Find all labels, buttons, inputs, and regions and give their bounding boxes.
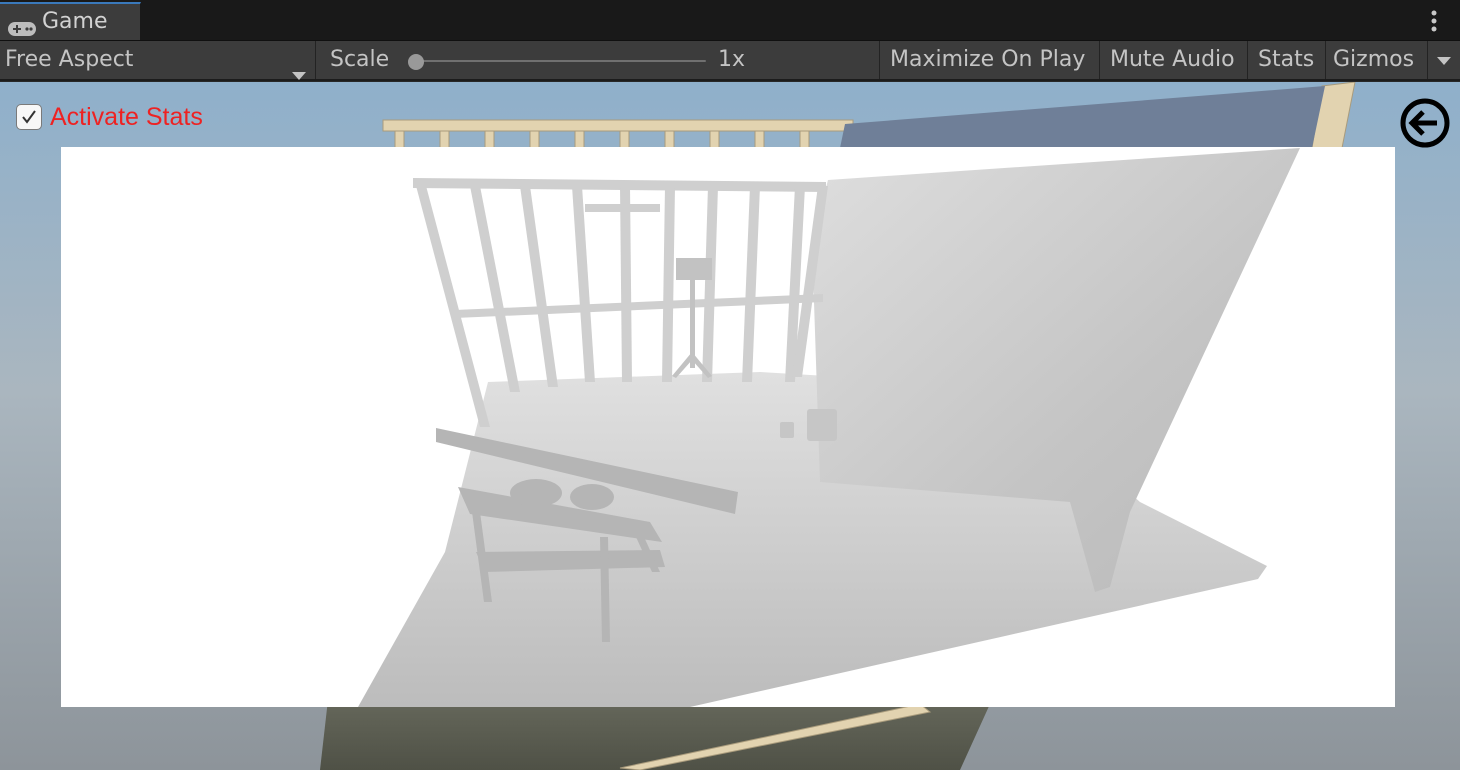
aspect-dropdown[interactable]: Free Aspect <box>0 41 316 80</box>
scene-render <box>0 82 1460 770</box>
activate-stats-checkbox[interactable] <box>16 104 42 130</box>
scale-slider[interactable] <box>408 54 708 70</box>
chevron-down-icon <box>291 56 307 80</box>
game-toolbar: Free Aspect Scale 1x Maximize On Play Mu… <box>0 41 1460 81</box>
tab-bar: Game <box>0 0 1460 41</box>
arrow-left-circle-icon[interactable] <box>1398 96 1452 150</box>
gizmos-button[interactable]: Gizmos <box>1325 41 1428 79</box>
mute-audio-button[interactable]: Mute Audio <box>1099 41 1248 79</box>
activate-stats-label: Activate Stats <box>50 103 203 131</box>
aspect-label: Free Aspect <box>5 47 134 72</box>
slider-thumb[interactable] <box>408 54 424 70</box>
scale-value: 1x <box>718 47 746 72</box>
gizmos-dropdown-button[interactable] <box>1427 41 1460 79</box>
slider-track <box>408 60 706 62</box>
tab-game[interactable]: Game <box>0 2 141 40</box>
maximize-on-play-button[interactable]: Maximize On Play <box>879 41 1099 79</box>
stats-button[interactable]: Stats <box>1247 41 1326 79</box>
scale-label: Scale <box>330 47 390 72</box>
game-view[interactable]: Activate Stats <box>0 82 1460 770</box>
kebab-menu-icon[interactable] <box>1421 6 1447 36</box>
chevron-down-icon <box>1437 57 1451 65</box>
gamepad-icon <box>7 14 37 36</box>
tab-label: Game <box>42 9 108 34</box>
checkmark-icon <box>22 110 36 124</box>
